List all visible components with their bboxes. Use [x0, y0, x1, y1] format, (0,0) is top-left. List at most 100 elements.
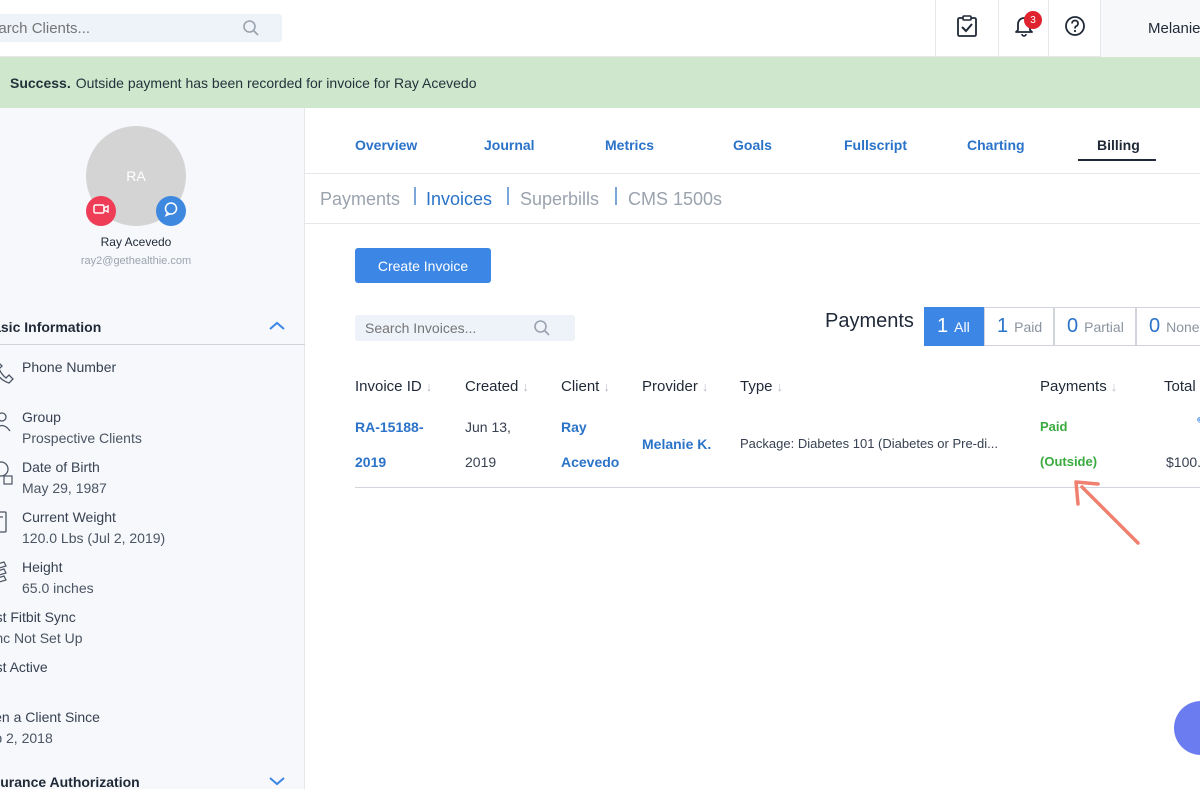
column-header-payments[interactable]: Payments ↓ [1040, 378, 1117, 395]
basic-information-title: Basic Information [0, 319, 102, 335]
filter-count: 0 [1067, 315, 1079, 337]
video-camera-icon [93, 202, 109, 220]
success-banner: Success. Outside payment has been record… [0, 57, 1200, 108]
search-icon[interactable] [242, 19, 260, 42]
help-button[interactable] [1048, 0, 1100, 57]
header-label: Client [561, 378, 600, 395]
active-tab-indicator [1078, 159, 1156, 161]
chat-bubble-icon [163, 201, 179, 222]
floating-help-button[interactable] [1174, 701, 1200, 755]
subtab-divider [507, 187, 509, 205]
info-label: Group [22, 409, 61, 425]
tasks-button[interactable] [935, 0, 998, 57]
app-page: 3 Melanie Success. Outside payment has b… [0, 0, 1200, 789]
filter-all[interactable]: 1 All [924, 307, 984, 346]
invoice-search[interactable] [355, 315, 575, 341]
client-link[interactable]: Acevedo [561, 454, 619, 470]
column-header-invoice-id[interactable]: Invoice ID ↓ [355, 378, 432, 395]
client-search[interactable] [0, 14, 282, 42]
sort-arrow-icon[interactable]: ↓ [702, 379, 709, 394]
create-invoice-button[interactable]: Create Invoice [355, 248, 491, 283]
annotation-arrow-icon [1074, 480, 1140, 545]
weight-scale-icon [0, 510, 14, 541]
client-tabs: Overview Journal Metrics Goals Fullscrip… [305, 108, 1200, 174]
tab-charting[interactable]: Charting [967, 137, 1025, 153]
basic-information-header[interactable]: Basic Information [0, 314, 305, 345]
info-value: 120.0 Lbs (Jul 2, 2019) [22, 530, 166, 546]
created-date: 2019 [465, 454, 497, 470]
column-header-created[interactable]: Created ↓ [465, 378, 529, 395]
notification-count-badge: 3 [1024, 11, 1042, 29]
info-value: Prospective Clients [22, 430, 142, 446]
invoice-total: $100. [1166, 454, 1200, 470]
subtab-divider [615, 187, 617, 205]
question-circle-icon [1064, 15, 1086, 42]
column-header-type[interactable]: Type ↓ [740, 378, 783, 395]
info-label: Height [22, 559, 63, 575]
subtab-payments[interactable]: Payments [320, 189, 400, 210]
chat-button[interactable] [156, 196, 186, 226]
tab-overview[interactable]: Overview [355, 137, 417, 153]
client-search-input[interactable] [0, 14, 222, 42]
video-call-button[interactable] [86, 196, 116, 226]
sort-arrow-icon[interactable]: ↓ [426, 379, 433, 394]
chevron-up-icon[interactable] [268, 319, 286, 335]
info-value: May 29, 1987 [22, 480, 107, 496]
info-label: Been a Client Since [0, 709, 100, 725]
chevron-down-icon[interactable] [268, 774, 286, 789]
group-icon [0, 410, 14, 439]
info-value: Sync Not Set Up [0, 630, 83, 646]
sort-arrow-icon[interactable]: ↓ [522, 379, 529, 394]
insurance-authorization-title: Insurance Authorization [0, 774, 140, 789]
banner-title: Success. [10, 74, 71, 91]
phone-icon [0, 360, 14, 389]
filter-paid[interactable]: 1 Paid [984, 307, 1054, 346]
provider-link[interactable]: Melanie K. [642, 436, 711, 452]
ruler-stack-icon [0, 560, 14, 591]
subtab-superbills[interactable]: Superbills [520, 189, 599, 210]
client-email: ray2@gethealthie.com [80, 255, 192, 267]
search-icon[interactable] [533, 319, 551, 342]
column-header-provider[interactable]: Provider ↓ [642, 378, 708, 395]
tab-metrics[interactable]: Metrics [605, 137, 654, 153]
notifications-button[interactable] [998, 0, 1048, 57]
user-menu[interactable]: Melanie [1100, 0, 1200, 57]
invoice-id-link[interactable]: 2019 [355, 454, 386, 470]
billing-subtabs: Payments Invoices Superbills CMS 1500s [305, 175, 1200, 224]
header-label: Payments [1040, 378, 1107, 395]
calendar-icon [0, 460, 14, 491]
filter-none[interactable]: 0 None [1136, 307, 1200, 346]
header-label: Type [740, 378, 773, 395]
tab-fullscript[interactable]: Fullscript [844, 137, 907, 153]
column-header-client[interactable]: Client ↓ [561, 378, 610, 395]
filter-count: 0 [1149, 315, 1161, 337]
filter-partial[interactable]: 0 Partial [1054, 307, 1136, 346]
header-label: Provider [642, 378, 698, 395]
client-link[interactable]: Ray [561, 419, 587, 435]
payment-status: Paid [1040, 419, 1068, 434]
sort-arrow-icon[interactable]: ↓ [1111, 379, 1118, 394]
edit-icon[interactable]: ✎ [1196, 414, 1200, 431]
payment-status-outside: (Outside) [1040, 454, 1098, 469]
subtab-invoices[interactable]: Invoices [426, 189, 492, 210]
top-bar: 3 Melanie [0, 0, 1200, 57]
insurance-authorization-header[interactable]: Insurance Authorization [0, 769, 305, 789]
sort-arrow-icon[interactable]: ↓ [603, 379, 610, 394]
client-name: Ray Acevedo [100, 235, 172, 249]
header-label: Created [465, 378, 519, 395]
invoice-type: Package: Diabetes 101 (Diabetes or Pre-d… [740, 436, 998, 451]
tab-billing[interactable]: Billing [1097, 137, 1140, 153]
filter-label: All [954, 318, 970, 335]
invoice-search-input[interactable] [355, 315, 525, 341]
tab-goals[interactable]: Goals [733, 137, 772, 153]
column-header-total[interactable]: Total [1164, 378, 1196, 395]
banner-message: Outside payment has been recorded for in… [75, 74, 477, 91]
info-label: Last Active [0, 659, 48, 675]
info-label: Current Weight [22, 509, 116, 525]
tab-journal[interactable]: Journal [484, 137, 535, 153]
filter-count: 1 [997, 315, 1009, 337]
invoice-id-link[interactable]: RA-15188- [355, 419, 423, 435]
subtab-cms-1500s[interactable]: CMS 1500s [628, 189, 722, 210]
sort-arrow-icon[interactable]: ↓ [777, 379, 784, 394]
subtab-divider [414, 187, 416, 205]
